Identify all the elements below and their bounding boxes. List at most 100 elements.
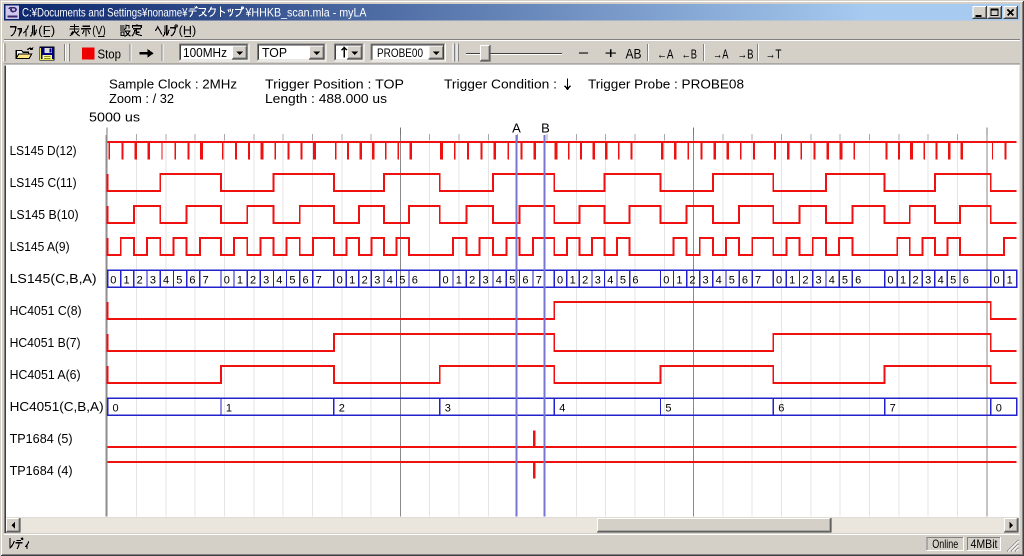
svg-text:6: 6	[412, 275, 418, 287]
svg-text:1: 1	[456, 275, 462, 287]
svg-text:A: A	[512, 121, 521, 136]
svg-text:0: 0	[994, 275, 1000, 287]
svg-text:LS145 A(9): LS145 A(9)	[10, 239, 70, 254]
svg-text:2: 2	[802, 275, 808, 287]
svg-text:3: 3	[595, 275, 601, 287]
svg-text:+: +	[605, 46, 618, 63]
svg-text:→B: →B	[738, 46, 754, 61]
svg-text:6: 6	[855, 275, 861, 287]
svg-text:3: 3	[374, 275, 380, 287]
svg-text:Trigger Probe : PROBE08: Trigger Probe : PROBE08	[588, 77, 744, 92]
svg-text:C:¥Documents and Settings¥nona: C:¥Documents and Settings¥noname¥	[22, 5, 188, 19]
svg-text:3: 3	[703, 275, 709, 287]
svg-text:1: 1	[570, 275, 576, 287]
svg-text:(V): (V)	[92, 24, 106, 38]
svg-text:3: 3	[816, 275, 822, 287]
svg-text:5000 us: 5000 us	[89, 110, 141, 125]
svg-text:TP1684 (5): TP1684 (5)	[10, 431, 73, 446]
svg-text:2: 2	[582, 275, 588, 287]
svg-text:1: 1	[900, 275, 906, 287]
svg-text:3: 3	[445, 403, 451, 415]
svg-text:TP1684 (4): TP1684 (4)	[10, 463, 73, 478]
svg-text:LS145(C,B,A): LS145(C,B,A)	[10, 271, 97, 286]
svg-text:Zoom : / 32: Zoom : / 32	[109, 91, 174, 106]
svg-text:1: 1	[237, 275, 243, 287]
svg-text:6: 6	[963, 275, 969, 287]
svg-text:5: 5	[665, 403, 671, 415]
svg-text:5: 5	[729, 275, 735, 287]
svg-text:1: 1	[1007, 275, 1013, 287]
svg-text:5: 5	[620, 275, 626, 287]
svg-text:1: 1	[789, 275, 795, 287]
svg-text:2: 2	[689, 275, 695, 287]
svg-text:HC4051 A(6): HC4051 A(6)	[10, 367, 81, 382]
svg-text:1: 1	[676, 275, 682, 287]
svg-text:6: 6	[742, 275, 748, 287]
svg-text:5: 5	[399, 275, 405, 287]
svg-text:Sample Clock : 2MHz: Sample Clock : 2MHz	[109, 77, 237, 92]
svg-text:5: 5	[509, 275, 515, 287]
svg-text:6: 6	[302, 275, 308, 287]
svg-text:LS145 C(11): LS145 C(11)	[10, 175, 77, 190]
svg-text:0: 0	[557, 275, 563, 287]
svg-text:HC4051 B(7): HC4051 B(7)	[10, 335, 81, 350]
svg-text:7: 7	[316, 275, 322, 287]
svg-text:6: 6	[778, 403, 784, 415]
svg-text:B: B	[541, 121, 550, 136]
svg-text:1: 1	[349, 275, 355, 287]
svg-text:0: 0	[337, 275, 343, 287]
svg-text:4: 4	[276, 275, 282, 287]
svg-text:HC4051(C,B,A): HC4051(C,B,A)	[10, 399, 104, 414]
svg-text:1: 1	[226, 403, 232, 415]
svg-text:0: 0	[887, 275, 893, 287]
svg-text:5: 5	[289, 275, 295, 287]
svg-text:0: 0	[224, 275, 230, 287]
svg-text:PROBE00: PROBE00	[377, 46, 423, 60]
svg-text:4: 4	[607, 275, 613, 287]
svg-text:TOP: TOP	[262, 45, 287, 60]
svg-text:1: 1	[123, 275, 129, 287]
svg-text:6: 6	[522, 275, 528, 287]
svg-text:4: 4	[163, 275, 169, 287]
svg-text:6: 6	[189, 275, 195, 287]
svg-text:2: 2	[913, 275, 919, 287]
svg-text:→A: →A	[713, 46, 729, 61]
svg-text:5: 5	[842, 275, 848, 287]
svg-text:Stop: Stop	[98, 46, 122, 61]
svg-text:7: 7	[755, 275, 761, 287]
svg-text:7: 7	[203, 275, 209, 287]
svg-text:0: 0	[996, 403, 1002, 415]
svg-text:4: 4	[387, 275, 393, 287]
svg-text:LS145 B(10): LS145 B(10)	[10, 207, 79, 222]
svg-text:7: 7	[890, 403, 896, 415]
svg-text:3: 3	[150, 275, 156, 287]
svg-text:2: 2	[362, 275, 368, 287]
svg-text:Trigger Position : TOP: Trigger Position : TOP	[265, 77, 404, 92]
svg-text:100MHz: 100MHz	[183, 45, 227, 60]
svg-text:4: 4	[496, 275, 502, 287]
svg-text:2: 2	[250, 275, 256, 287]
svg-text:Trigger Condition :: Trigger Condition :	[444, 77, 557, 92]
svg-text:3: 3	[482, 275, 488, 287]
svg-text:0: 0	[110, 275, 116, 287]
svg-text:6: 6	[632, 275, 638, 287]
svg-text:AB: AB	[626, 46, 642, 61]
svg-text:→T: →T	[766, 46, 782, 61]
svg-text:←A: ←A	[657, 46, 674, 61]
svg-text:4MBit: 4MBit	[971, 537, 999, 551]
svg-text:0: 0	[776, 275, 782, 287]
svg-text:2: 2	[339, 403, 345, 415]
svg-text:LS145 D(12): LS145 D(12)	[10, 143, 77, 158]
svg-text:3: 3	[263, 275, 269, 287]
svg-text:2: 2	[469, 275, 475, 287]
svg-text:5: 5	[950, 275, 956, 287]
svg-text:7: 7	[536, 275, 542, 287]
svg-text:0: 0	[663, 275, 669, 287]
svg-text:Length : 488.000 us: Length : 488.000 us	[265, 91, 388, 106]
svg-text:0: 0	[443, 275, 449, 287]
svg-text:0: 0	[113, 403, 119, 415]
svg-text:2: 2	[137, 275, 143, 287]
svg-text:4: 4	[716, 275, 722, 287]
svg-text:3: 3	[925, 275, 931, 287]
svg-text:←B: ←B	[682, 46, 698, 61]
